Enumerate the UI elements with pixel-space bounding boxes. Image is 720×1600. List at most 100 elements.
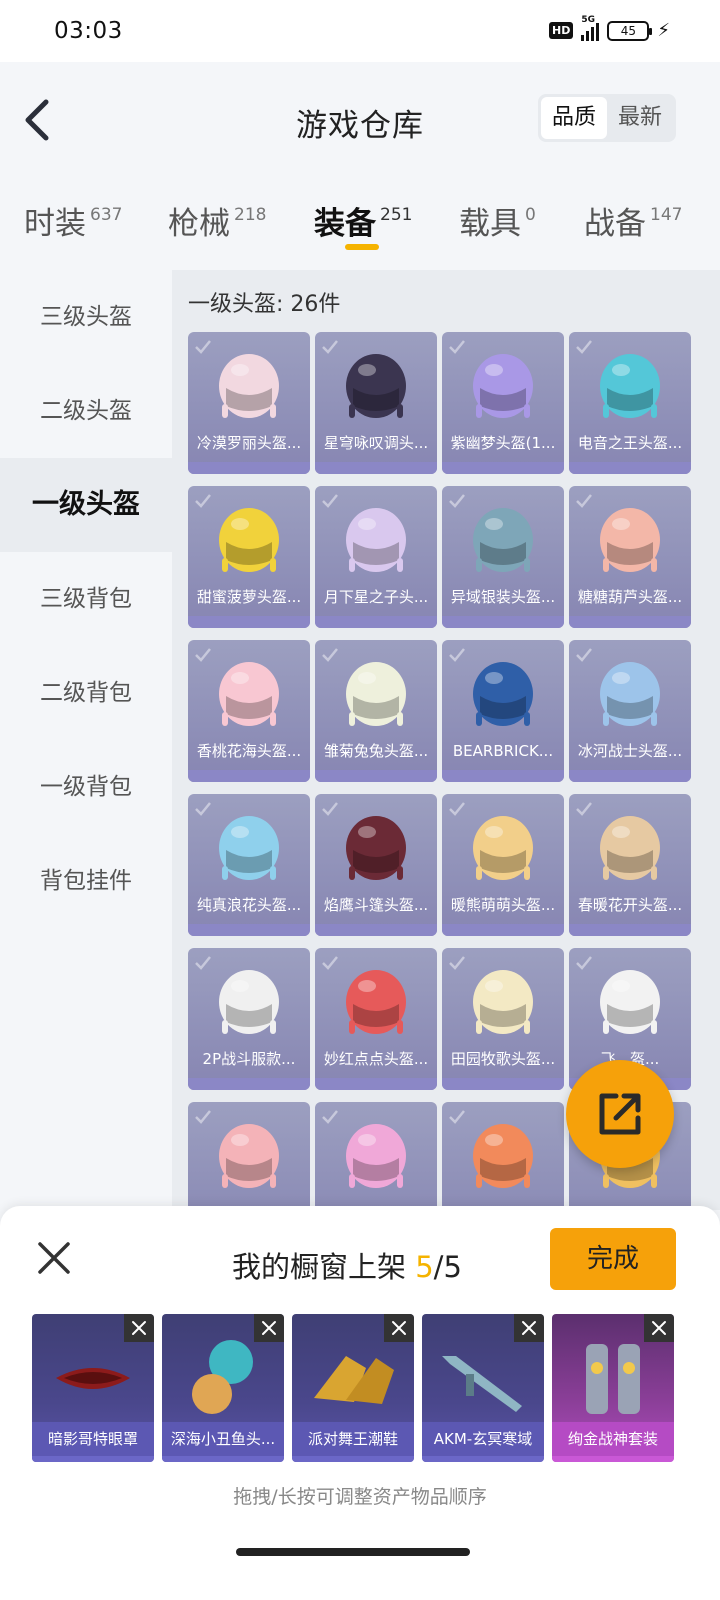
sidebar-item-helmet-2[interactable]: 二级头盔 bbox=[0, 364, 172, 458]
helmet-icon bbox=[600, 354, 660, 418]
helmet-card[interactable]: 雏菊兔兔头盔... bbox=[315, 640, 437, 782]
helmet-icon bbox=[219, 354, 279, 418]
helmet-icon bbox=[600, 816, 660, 880]
helmet-card[interactable]: 冷漠罗丽头盔... bbox=[188, 332, 310, 474]
helmet-icon bbox=[219, 1124, 279, 1188]
showcase-item[interactable]: 绚金战神套装 bbox=[552, 1314, 674, 1462]
share-button[interactable] bbox=[566, 1060, 674, 1168]
showcase-items: 暗影哥特眼罩 深海小丑鱼头... 派对舞王潮鞋 AKM-玄冥寒域 绚金战神套装 bbox=[32, 1314, 692, 1464]
checkmark-icon bbox=[576, 648, 592, 662]
rarity-bar bbox=[188, 924, 310, 936]
helmet-name: 香桃花海头盔... bbox=[196, 742, 302, 760]
helmet-card[interactable]: 甜蜜菠萝头盔... bbox=[188, 486, 310, 628]
checkmark-icon bbox=[449, 648, 465, 662]
helmet-card[interactable]: 冰河战士头盔... bbox=[569, 640, 691, 782]
showcase-item-name: AKM-玄冥寒域 bbox=[422, 1422, 544, 1456]
tab-fashion[interactable]: 时装 637 bbox=[24, 198, 122, 243]
close-button[interactable] bbox=[36, 1240, 72, 1276]
helmet-name: 纯真浪花头盔... bbox=[196, 896, 302, 914]
helmet-card[interactable]: 异域银装头盔... bbox=[442, 486, 564, 628]
checkmark-icon bbox=[195, 340, 211, 354]
helmet-name: 星穹咏叹调头... bbox=[323, 434, 429, 452]
rarity-bar bbox=[315, 462, 437, 474]
checkmark-icon bbox=[449, 1110, 465, 1124]
item-image bbox=[192, 1340, 253, 1414]
checkmark-icon bbox=[576, 340, 592, 354]
helmet-icon bbox=[346, 354, 406, 418]
helmet-icon bbox=[219, 508, 279, 572]
sidebar-item-backpack-3[interactable]: 三级背包 bbox=[0, 552, 172, 646]
showcase-item[interactable]: 深海小丑鱼头... bbox=[162, 1314, 284, 1462]
tab-vehicles[interactable]: 载具 0 bbox=[459, 198, 536, 243]
showcase-sheet: 我的橱窗上架 5/5 完成 暗影哥特眼罩 深海小丑鱼头... 派对舞王潮鞋 AKM-玄… bbox=[0, 1206, 720, 1600]
showcase-item-name: 绚金战神套装 bbox=[552, 1422, 674, 1456]
helmet-name: 冷漠罗丽头盔... bbox=[196, 434, 302, 452]
sort-newest-button[interactable]: 最新 bbox=[607, 97, 673, 139]
helmet-name: 田园牧歌头盔... bbox=[450, 1050, 556, 1068]
helmet-card[interactable]: 田园牧歌头盔... bbox=[442, 948, 564, 1090]
status-time: 03:03 bbox=[54, 18, 123, 44]
rarity-bar bbox=[315, 770, 437, 782]
showcase-title: 我的橱窗上架 5/5 bbox=[232, 1250, 462, 1284]
helmet-card[interactable]: 暖熊萌萌头盔... bbox=[442, 794, 564, 936]
helmet-card[interactable] bbox=[442, 1102, 564, 1210]
tab-guns[interactable]: 枪械 218 bbox=[168, 198, 266, 243]
helmet-card[interactable]: 焰鹰斗篷头盔... bbox=[315, 794, 437, 936]
status-bar: 03:03 HD 5G 45 ⚡ bbox=[0, 0, 720, 62]
helmet-card[interactable]: 紫幽梦头盔(1... bbox=[442, 332, 564, 474]
rarity-bar bbox=[569, 616, 691, 628]
helmet-name: 异域银装头盔... bbox=[450, 588, 556, 606]
rarity-bar bbox=[292, 1456, 414, 1462]
helmet-card[interactable]: 电音之王头盔... bbox=[569, 332, 691, 474]
helmet-name: 紫幽梦头盔(1... bbox=[450, 434, 556, 452]
share-icon bbox=[599, 1093, 641, 1135]
helmet-card[interactable]: 糖糖葫芦头盔... bbox=[569, 486, 691, 628]
helmet-icon bbox=[219, 970, 279, 1034]
helmet-card[interactable]: 纯真浪花头盔... bbox=[188, 794, 310, 936]
sidebar: 三级头盔 二级头盔 一级头盔 三级背包 二级背包 一级背包 背包挂件 bbox=[0, 270, 172, 1210]
helmet-card[interactable]: 星穹咏叹调头... bbox=[315, 332, 437, 474]
rarity-bar bbox=[552, 1456, 674, 1462]
rarity-bar bbox=[32, 1456, 154, 1462]
sidebar-item-backpack-2[interactable]: 二级背包 bbox=[0, 646, 172, 740]
home-indicator[interactable] bbox=[236, 1548, 470, 1556]
sidebar-item-backpack-charm[interactable]: 背包挂件 bbox=[0, 834, 172, 928]
showcase-item[interactable]: 暗影哥特眼罩 bbox=[32, 1314, 154, 1462]
helmet-card[interactable]: BEARBRICK... bbox=[442, 640, 564, 782]
rarity-bar bbox=[315, 1078, 437, 1090]
rarity-bar bbox=[315, 924, 437, 936]
rarity-bar bbox=[422, 1456, 544, 1462]
sort-quality-button[interactable]: 品质 bbox=[541, 97, 607, 139]
rarity-bar bbox=[442, 924, 564, 936]
sidebar-item-helmet-1[interactable]: 一级头盔 bbox=[0, 458, 172, 552]
showcase-item[interactable]: AKM-玄冥寒域 bbox=[422, 1314, 544, 1462]
showcase-item[interactable]: 派对舞王潮鞋 bbox=[292, 1314, 414, 1462]
helmet-icon bbox=[473, 1124, 533, 1188]
header: 游戏仓库 品质 最新 bbox=[0, 62, 720, 182]
helmet-icon bbox=[473, 354, 533, 418]
helmet-card[interactable]: 月下星之子头... bbox=[315, 486, 437, 628]
rarity-bar bbox=[569, 924, 691, 936]
helmet-card[interactable] bbox=[315, 1102, 437, 1210]
sidebar-item-backpack-1[interactable]: 一级背包 bbox=[0, 740, 172, 834]
battery-icon: 45 bbox=[607, 20, 653, 41]
rarity-bar bbox=[188, 1078, 310, 1090]
helmet-card[interactable]: 春暖花开头盔... bbox=[569, 794, 691, 936]
done-button[interactable]: 完成 bbox=[550, 1228, 676, 1290]
sidebar-item-helmet-3[interactable]: 三级头盔 bbox=[0, 270, 172, 364]
showcase-item-name: 深海小丑鱼头... bbox=[162, 1422, 284, 1456]
helmet-card[interactable]: 香桃花海头盔... bbox=[188, 640, 310, 782]
helmet-card[interactable]: 2P战斗服款... bbox=[188, 948, 310, 1090]
showcase-item-name: 暗影哥特眼罩 bbox=[32, 1422, 154, 1456]
checkmark-icon bbox=[322, 648, 338, 662]
helmet-name: 电音之王头盔... bbox=[577, 434, 683, 452]
helmet-icon bbox=[473, 662, 533, 726]
checkmark-icon bbox=[322, 802, 338, 816]
helmet-card[interactable]: 妙红点点头盔... bbox=[315, 948, 437, 1090]
tab-supplies[interactable]: 战备 147 bbox=[584, 198, 682, 243]
active-tab-indicator bbox=[345, 244, 379, 250]
tab-equipment[interactable]: 装备 251 bbox=[314, 198, 412, 243]
helmet-card[interactable] bbox=[188, 1102, 310, 1210]
helmet-icon bbox=[219, 816, 279, 880]
checkmark-icon bbox=[449, 494, 465, 508]
